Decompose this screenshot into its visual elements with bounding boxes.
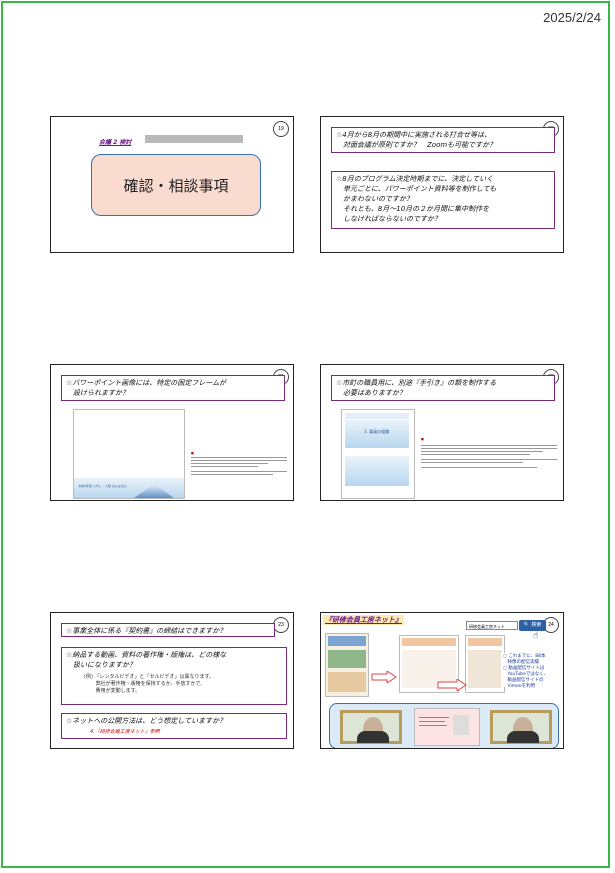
question-box: ☆市町の職員用に、別途『手引き』の類を制作する 必要はありますか？ <box>331 375 555 401</box>
question-text: ☆納品する動画、資料の著作権・版権は、どの様な 扱いになりますか？ <box>66 651 227 669</box>
slide-number: 19 <box>273 121 289 137</box>
slide-title: 確認・相談事項 <box>91 154 261 216</box>
question-box: ☆納品する動画、資料の著作権・版権は、どの様な 扱いになりますか？ (例) 「レ… <box>61 647 287 705</box>
thumb-header <box>345 413 409 419</box>
video-thumbnail[interactable] <box>414 708 480 746</box>
thumb-title: 3. 委員の組織 <box>364 429 390 434</box>
arrow-right-icon <box>371 671 397 683</box>
screenshot-content <box>468 650 502 688</box>
question-box: ☆事業全体に係る『契約書』の締結はできますか？ <box>61 623 275 637</box>
speaker-suit <box>507 731 539 743</box>
site-screenshot <box>465 635 505 693</box>
text-line <box>419 725 447 726</box>
red-bullet: ■ <box>191 451 194 455</box>
question-note: (例) 「レンタルビデオ」と「セルビデオ」は異なります。 弊社が著作権・版権を保… <box>84 674 214 694</box>
video-panel <box>329 703 559 748</box>
video-thumbnail[interactable] <box>490 710 552 744</box>
print-date: 2025/2/24 <box>543 10 601 25</box>
screenshot-header <box>402 638 456 646</box>
portrait-photo <box>453 715 469 735</box>
speaker-suit <box>357 731 389 743</box>
screenshot-photo <box>328 650 366 668</box>
text-line <box>419 721 445 722</box>
slide-21[interactable]: 21 ☆パワーポイント画像には、特定の固定フレームが 設けられますか？ 令和6年… <box>50 364 294 501</box>
question-box: ☆4月から8月の期間中に実施される打合せ等は、 対面会議が原則ですか？ Zoom… <box>331 127 555 153</box>
slide-20[interactable]: 20 ☆4月から8月の期間中に実施される打合せ等は、 対面会議が原則ですか？ Z… <box>320 116 564 253</box>
slide-24[interactable]: 24 『研修会員工房ネット』 研修会員工房ネット 🔍 検索 ☝ ○ これまでに、… <box>320 612 564 749</box>
slide-22[interactable]: 22 ☆市町の職員用に、別途『手引き』の類を制作する 必要はありますか？ 3. … <box>320 364 564 501</box>
search-button[interactable]: 🔍 検索 <box>519 620 546 631</box>
site-screenshot <box>325 633 369 697</box>
question-box: ☆8月のプログラム決定時期までに、決定していく 単元ごとに、パワーポイント資料等… <box>331 171 555 229</box>
screenshot-header <box>328 636 366 646</box>
question-note: 4.『研修会員工房ネット』参照 <box>90 729 160 735</box>
video-thumbnail[interactable] <box>340 710 402 744</box>
question-text: ☆ネットへの公開方法は、どう想定していますか？ <box>66 717 227 725</box>
thumb-caption: 令和6年度 いやし・人権 みんなの心 <box>78 484 127 488</box>
topic-label: 会議 2 検討 <box>99 139 132 146</box>
frame-thumbnail: 令和6年度 いやし・人権 みんなの心 <box>73 409 185 499</box>
delivery-note: ○ これまでに、88本 映像の配信実績 ○ 動画配信サイトは YouTubeでは… <box>501 653 561 689</box>
manual-thumbnail: 3. 委員の組織 <box>341 409 415 499</box>
thumb-body-lines <box>191 457 287 475</box>
screenshot-content <box>328 672 366 692</box>
question-box: ☆ネットへの公開方法は、どう想定していますか？ 4.『研修会員工房ネット』参照 <box>61 713 287 739</box>
thumb-photo <box>345 456 409 486</box>
screenshot-header <box>468 638 502 646</box>
search-input[interactable]: 研修会員工房ネット <box>466 621 518 630</box>
thumb-banner <box>345 420 409 448</box>
red-bullet: ■ <box>421 437 424 441</box>
cursor-hand-icon: ☝ <box>533 631 539 641</box>
topic-bar <box>145 135 243 143</box>
question-box: ☆パワーポイント画像には、特定の固定フレームが 設けられますか？ <box>61 375 285 401</box>
text-line <box>419 717 449 718</box>
thumb-body-lines <box>421 445 557 468</box>
slide-number: 23 <box>273 617 289 633</box>
slide-23[interactable]: 23 ☆事業全体に係る『契約書』の締結はできますか？ ☆納品する動画、資料の著作… <box>50 612 294 749</box>
slide-19[interactable]: 19 会議 2 検討 確認・相談事項 <box>50 116 294 253</box>
slide-title: 『研修会員工房ネット』 <box>323 615 404 625</box>
arrow-right-icon <box>437 679 467 691</box>
